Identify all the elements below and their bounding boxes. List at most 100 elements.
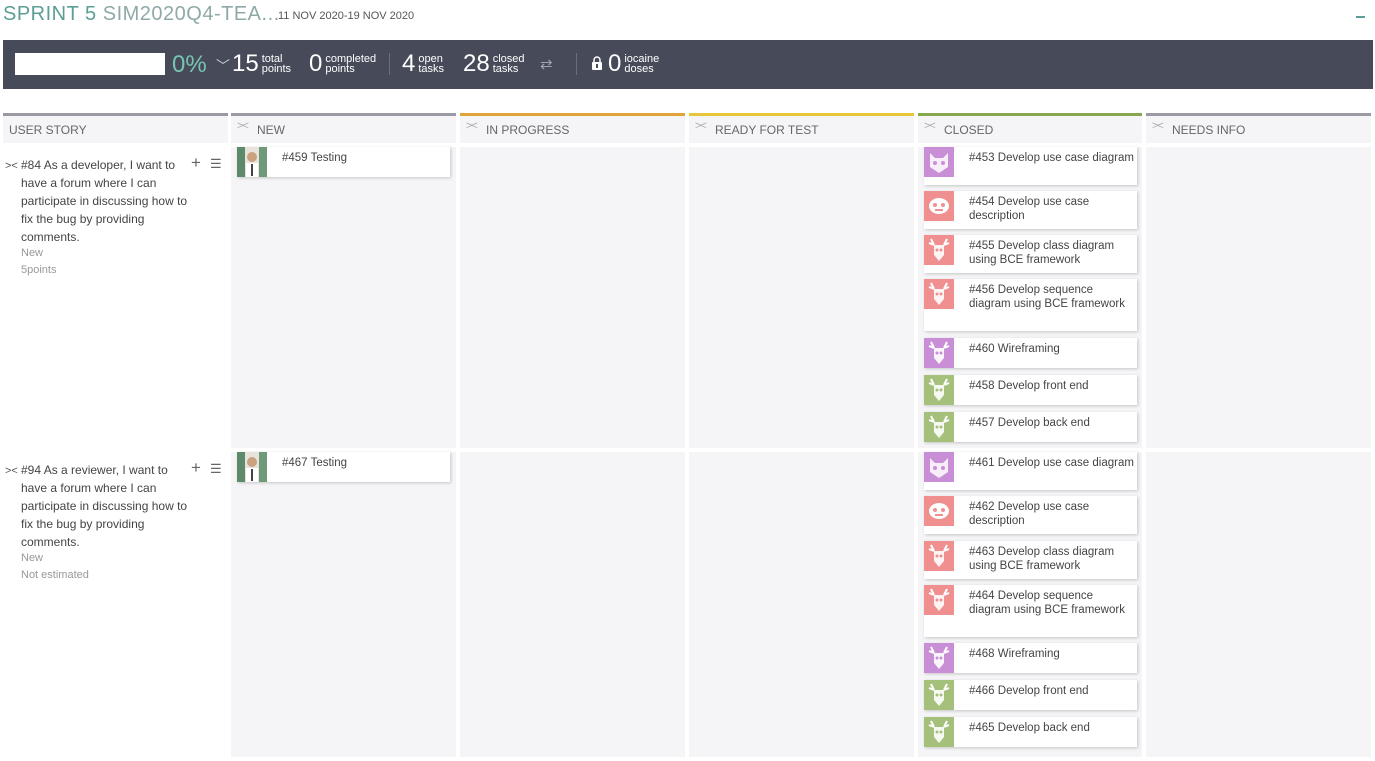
add-task-icon[interactable]: + [191, 458, 201, 478]
open-tasks-stat: 4 open tasks [402, 51, 444, 77]
task-label: #456 Develop sequence diagram using BCE … [969, 284, 1125, 310]
column-header-in-progress: >< IN PROGRESS [460, 113, 685, 143]
cell-in-progress [460, 452, 685, 757]
column-header-needs-info: >< NEEDS INFO [1146, 113, 1371, 143]
column-header-ready-for-test: >< READY FOR TEST [689, 113, 914, 143]
completed-points-label-2: points [325, 63, 355, 75]
progress-bar [15, 53, 165, 75]
chevron-down-icon[interactable]: ﹀ [216, 56, 230, 76]
story-points[interactable]: 5points [21, 264, 56, 276]
task-label: #462 Develop use case description [969, 501, 1090, 527]
task-card[interactable]: #467 Testing [237, 452, 450, 482]
column-header-closed: >< CLOSED [918, 113, 1142, 143]
sprint-title[interactable]: SPRINT 5 SIM2020Q4-TEA... [3, 3, 280, 26]
task-label: #463 Develop class diagram using BCE fra… [969, 546, 1115, 572]
total-points-stat: 15 total points [232, 51, 291, 77]
cell-ready-for-test [689, 452, 914, 757]
task-label: #460 Wireframing [969, 343, 1060, 355]
column-title: IN PROGRESS [486, 123, 570, 137]
closed-tasks-stat: 28 closed tasks [463, 51, 525, 77]
closed-tasks-value: 28 [463, 50, 490, 77]
column-title: NEW [257, 123, 285, 137]
swap-arrows-icon[interactable]: ⇄ [540, 55, 553, 73]
column-title: READY FOR TEST [715, 123, 819, 137]
collapse-story-icon[interactable]: >< [5, 160, 18, 172]
sprint-label: SPRINT 5 [3, 3, 97, 25]
green-deer-avatar-icon [924, 412, 954, 442]
story-status[interactable]: New [21, 247, 43, 259]
task-label: #465 Develop back end [969, 722, 1090, 734]
column-header-user-story: USER STORY [3, 113, 228, 143]
column-header-new: >< NEW [231, 113, 456, 143]
task-label: #459 Testing [282, 152, 348, 164]
task-label: #467 Testing [282, 457, 348, 469]
cell-in-progress [460, 147, 685, 448]
fold-column-icon[interactable]: >< [695, 120, 707, 132]
fold-column-icon[interactable]: >< [466, 120, 478, 132]
fold-column-icon[interactable]: >< [924, 120, 936, 132]
user-story-title[interactable]: #94 As a reviewer, I want to have a foru… [21, 461, 189, 551]
task-card[interactable]: #464 Develop sequence diagram using BCE … [924, 585, 1137, 637]
column-title: USER STORY [9, 123, 87, 137]
user-story-title[interactable]: #84 As a developer, I want to have a for… [21, 156, 189, 246]
task-card[interactable]: #460 Wireframing [924, 338, 1137, 368]
task-card[interactable]: #455 Develop class diagram using BCE fra… [924, 235, 1137, 273]
task-card[interactable]: #459 Testing [237, 147, 450, 177]
task-card[interactable]: #465 Develop back end [924, 717, 1137, 747]
divider [389, 53, 390, 75]
column-title: NEEDS INFO [1172, 123, 1246, 137]
sprint-header: SPRINT 5 SIM2020Q4-TEA... 11 NOV 2020-19… [3, 0, 1373, 34]
task-card[interactable]: #468 Wireframing [924, 643, 1137, 673]
task-card[interactable]: #463 Develop class diagram using BCE fra… [924, 541, 1137, 579]
story-status[interactable]: New [21, 552, 43, 564]
open-tasks-value: 4 [402, 50, 416, 77]
story-points[interactable]: Not estimated [21, 569, 89, 581]
collapse-story-icon[interactable]: >< [5, 465, 18, 477]
pink-face-avatar-icon [924, 191, 954, 221]
task-card[interactable]: #454 Develop use case description [924, 191, 1137, 229]
iocaine-stat: 0 iocaine doses [608, 51, 659, 77]
fold-column-icon[interactable]: >< [237, 120, 249, 132]
minimize-icon[interactable] [1356, 16, 1365, 18]
task-card[interactable]: #458 Develop front end [924, 375, 1137, 405]
task-label: #458 Develop front end [969, 380, 1089, 392]
iocaine-value: 0 [608, 50, 622, 77]
task-card[interactable]: #453 Develop use case diagram [924, 147, 1137, 185]
task-card[interactable]: #461 Develop use case diagram [924, 452, 1137, 490]
purple-deer-avatar-icon [924, 338, 954, 368]
cell-new [231, 452, 456, 757]
pink-face-avatar-icon [924, 496, 954, 526]
completed-points-value: 0 [309, 50, 323, 77]
cell-new [231, 147, 456, 448]
purple-deer-avatar-icon [924, 643, 954, 673]
project-name: SIM2020Q4-TEA... [102, 3, 280, 25]
sprint-dates: 11 NOV 2020-19 NOV 2020 [278, 10, 415, 22]
pink-deer-avatar-icon [924, 235, 954, 265]
task-label: #455 Develop class diagram using BCE fra… [969, 240, 1115, 266]
task-card[interactable]: #466 Develop front end [924, 680, 1137, 710]
cell-needs-info [1146, 147, 1371, 448]
task-card[interactable]: #462 Develop use case description [924, 496, 1137, 534]
task-label: #468 Wireframing [969, 648, 1060, 660]
fold-column-icon[interactable]: >< [1152, 120, 1164, 132]
completed-points-stat: 0 completed points [309, 51, 376, 77]
open-tasks-label-2: tasks [418, 63, 445, 75]
green-deer-avatar-icon [924, 375, 954, 405]
bulk-add-icon[interactable]: ☰ [210, 461, 222, 477]
add-task-icon[interactable]: + [191, 153, 201, 173]
green-deer-avatar-icon [924, 680, 954, 710]
pink-deer-avatar-icon [924, 585, 954, 615]
total-points-value: 15 [232, 50, 259, 77]
pink-deer-avatar-icon [924, 279, 954, 309]
user-story-row: >< #94 As a reviewer, I want to have a f… [3, 455, 228, 751]
user-story-row: >< #84 As a developer, I want to have a … [3, 150, 228, 446]
task-card[interactable]: #456 Develop sequence diagram using BCE … [924, 279, 1137, 331]
task-label: #466 Develop front end [969, 685, 1089, 697]
user-photo-avatar [237, 452, 267, 482]
task-card[interactable]: #457 Develop back end [924, 412, 1137, 442]
task-label: #461 Develop use case diagram [969, 457, 1134, 469]
task-label: #454 Develop use case description [969, 196, 1090, 222]
bulk-add-icon[interactable]: ☰ [210, 156, 222, 172]
closed-tasks-label-2: tasks [492, 63, 519, 75]
cell-ready-for-test [689, 147, 914, 448]
